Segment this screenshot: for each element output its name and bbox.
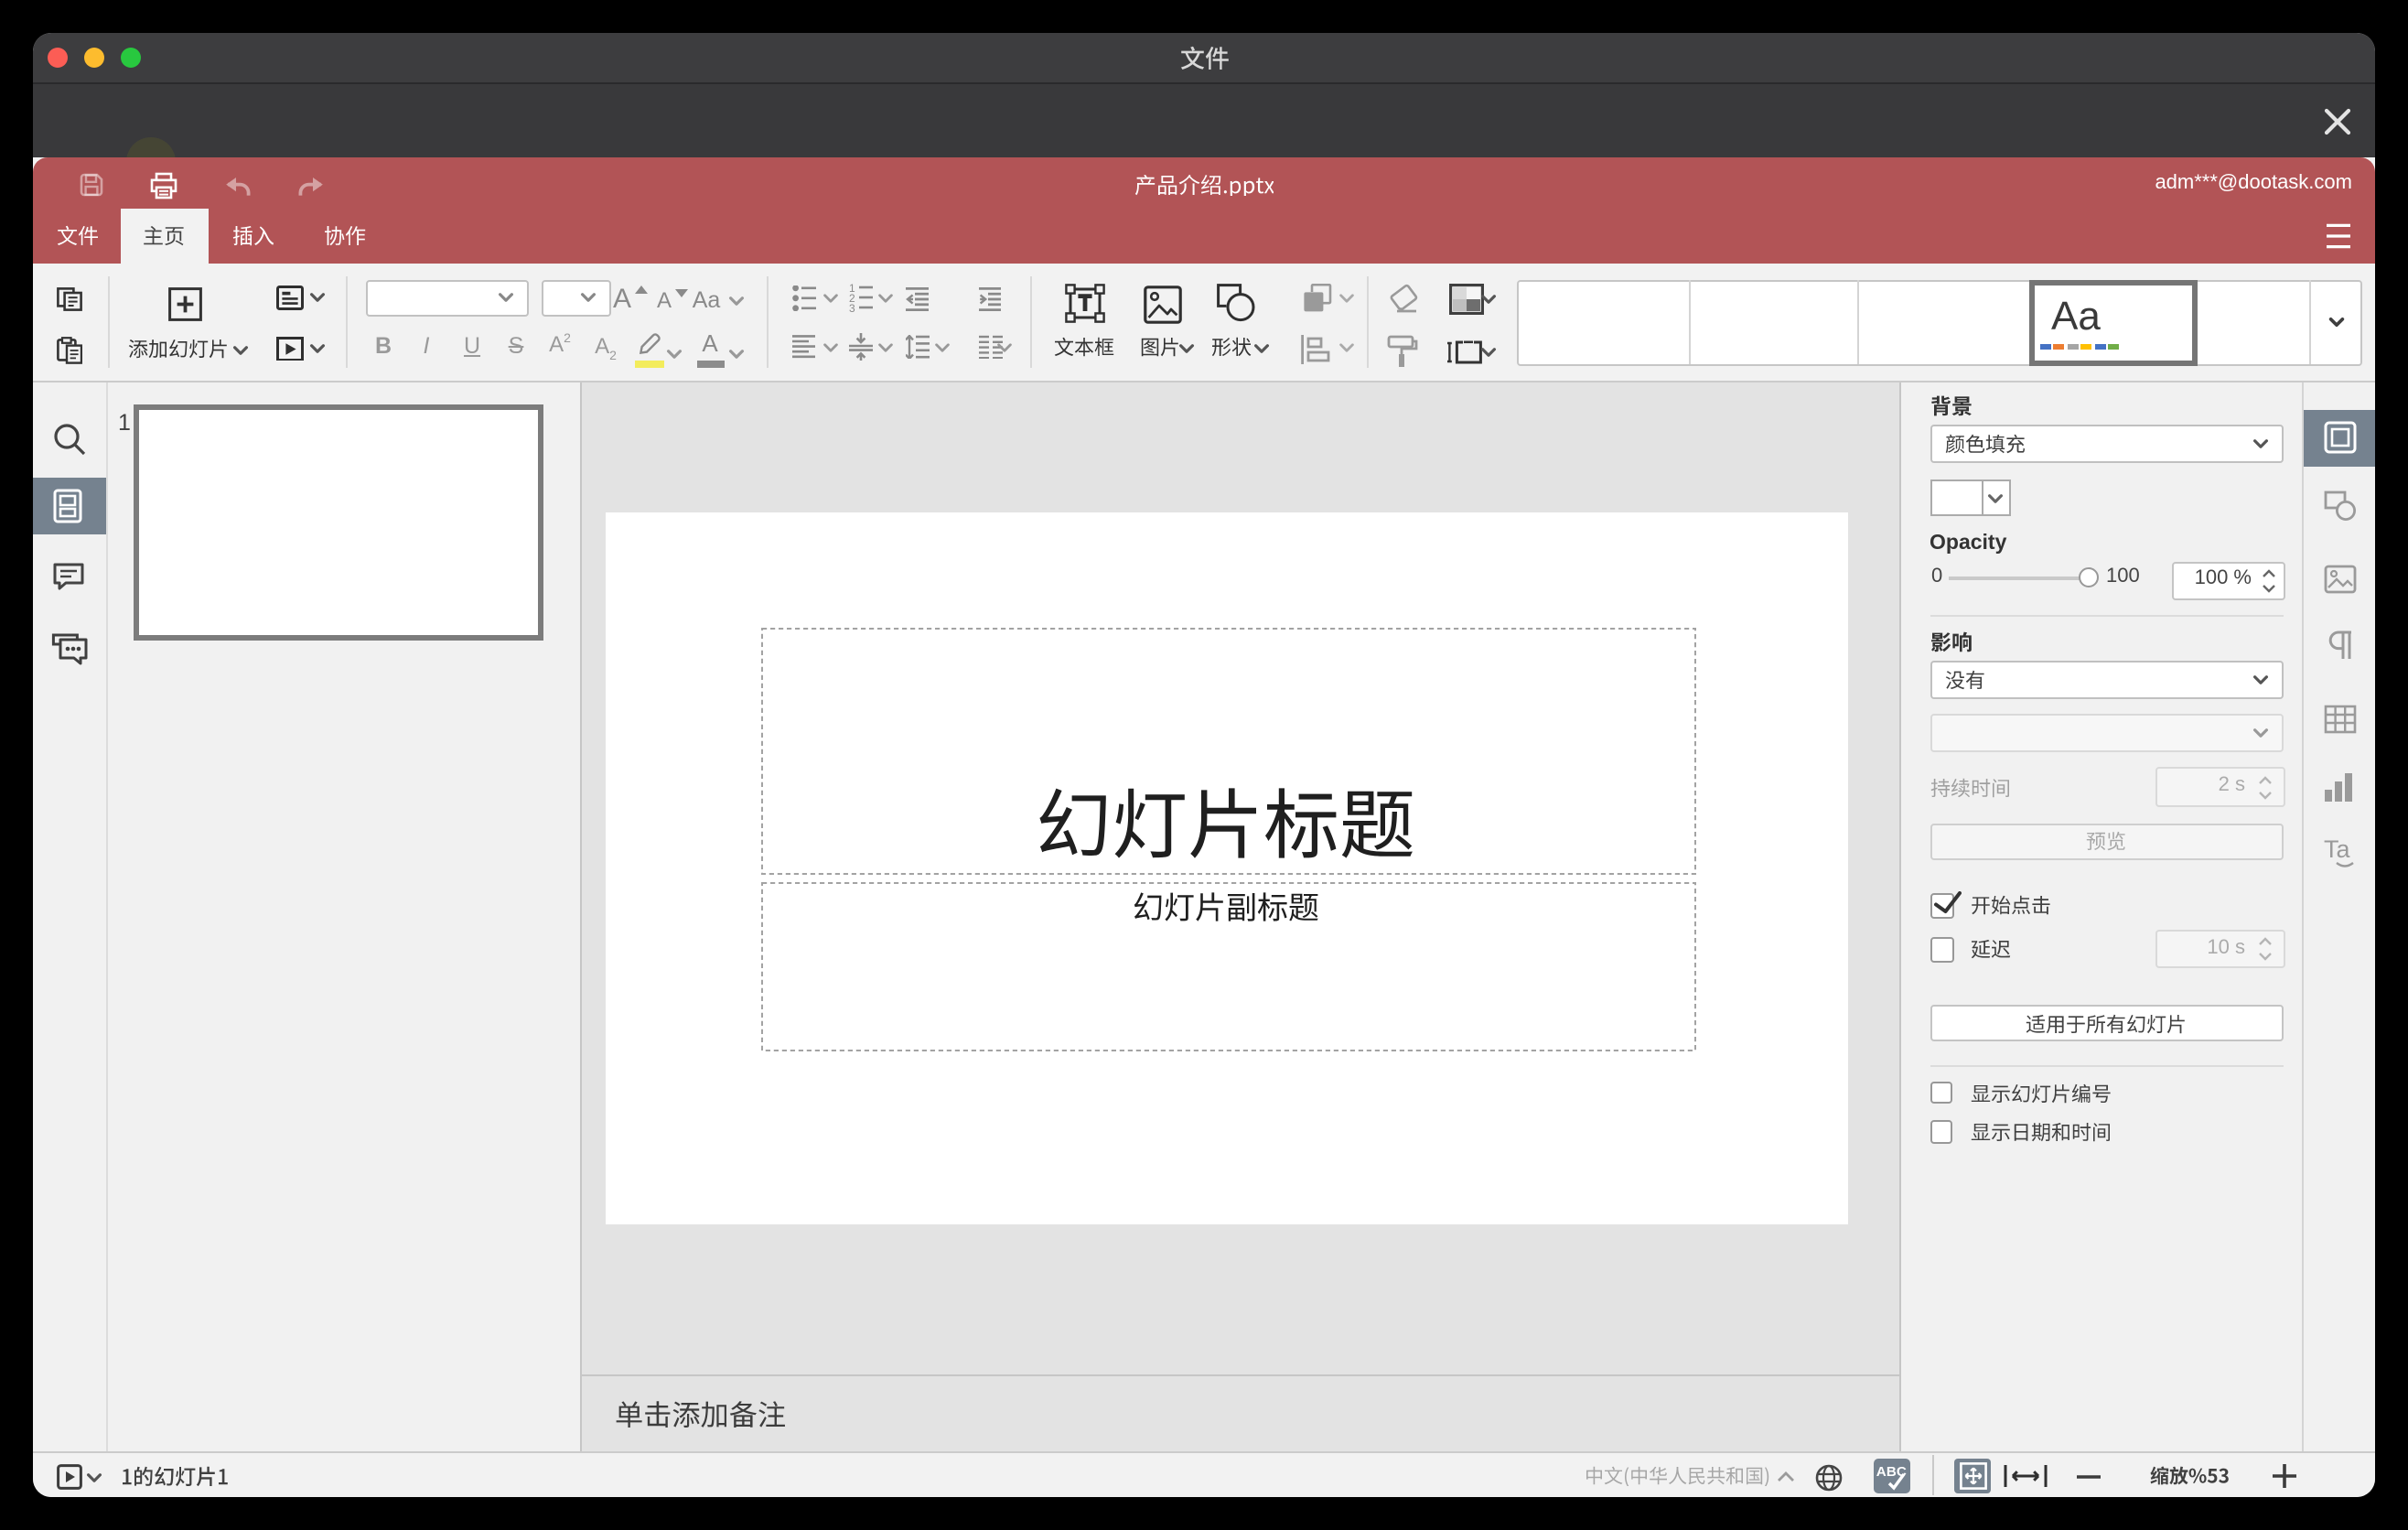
svg-text:Ta: Ta bbox=[2323, 835, 2350, 863]
svg-text:3: 3 bbox=[848, 302, 855, 312]
